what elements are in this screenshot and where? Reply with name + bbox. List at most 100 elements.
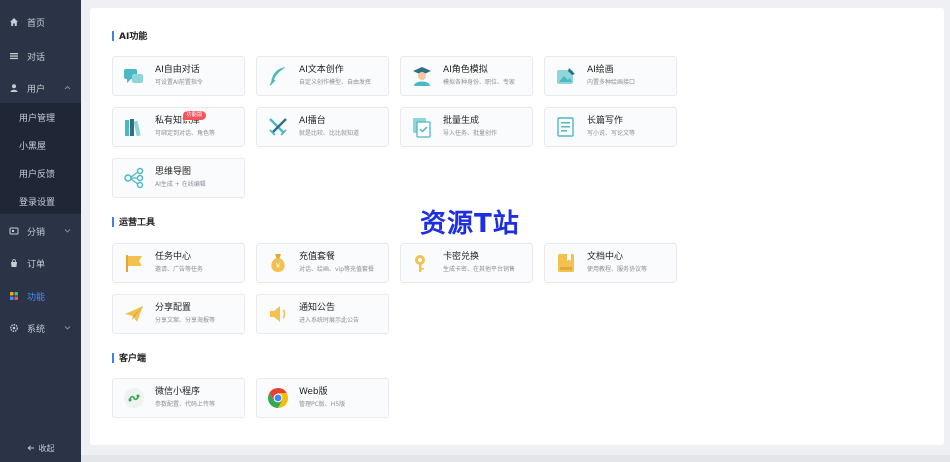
sidebar-item-system[interactable]: 系统 — [0, 314, 81, 342]
card-name: 卡密兑换 — [443, 252, 480, 262]
role-icon — [411, 65, 433, 87]
card-batch-generate[interactable]: 批量生成 导入任务、批量创作 — [400, 107, 533, 147]
chat-icon — [123, 65, 145, 87]
card-desc: 就是比较、比比就知道 — [299, 130, 360, 137]
sidebar-item-login-settings[interactable]: 登录设置 — [0, 187, 81, 215]
sidebar-item-home[interactable]: 首页 — [0, 8, 81, 36]
card-recharge-plans[interactable]: ¥ 充值套餐对话、绘画、vip等充值套餐 — [256, 243, 389, 283]
card-desc: 参数配置、代码上传等 — [155, 401, 216, 408]
moneybag-icon: ¥ — [267, 252, 289, 274]
card-desc: 可绑定到对话、角色等 — [155, 130, 216, 137]
speaker-icon — [267, 303, 289, 325]
batch-icon — [411, 116, 433, 138]
card-name: 充值套餐 — [299, 252, 336, 262]
card-name: 通知公告 — [299, 303, 336, 313]
distribution-icon — [8, 225, 20, 237]
sidebar-item-orders[interactable]: 订单 — [0, 249, 81, 277]
watermark: 资源T站 — [420, 209, 520, 239]
collapse-button[interactable]: 收起 — [0, 443, 81, 454]
longtext-icon — [555, 116, 577, 138]
card-desc: AI生成 + 在线编辑 — [155, 181, 206, 188]
sidebar: 首页 对话 用户 用户管理 小黑屋 用户反馈 登录设置 分销 订单 功能 系统 … — [0, 0, 81, 462]
card-ai-arena[interactable]: AI擂台就是比较、比比就知道 — [256, 107, 389, 147]
sidebar-item-chat[interactable]: 对话 — [0, 42, 81, 70]
sidebar-item-label: 订单 — [27, 259, 46, 270]
card-desc: 模拟各种身份、职位、专家 — [443, 79, 516, 86]
card-name: AI文本创作 — [299, 65, 344, 75]
card-name: AI擂台 — [299, 116, 326, 126]
svg-text:¥: ¥ — [276, 262, 281, 270]
card-share-config[interactable]: 分享配置分享文案、分享海报等 — [112, 294, 245, 334]
card-desc: 内置多种绘画接口 — [587, 79, 636, 86]
card-name: 任务中心 — [155, 252, 192, 262]
key-icon — [411, 252, 433, 274]
sidebar-item-label: 对话 — [27, 52, 46, 63]
card-desc: 对话、绘画、vip等充值套餐 — [299, 266, 375, 273]
sidebar-item-distribution[interactable]: 分销 — [0, 217, 81, 245]
card-name: AI角色模拟 — [443, 65, 488, 75]
features-panel: AI功能 AI自由对话 可设置AI前置指令 AI文本创作 自定义创作模型、自由发挥 … — [90, 8, 944, 445]
collapse-label: 收起 — [38, 444, 55, 453]
bag-icon — [8, 257, 20, 269]
card-wechat-miniprogram[interactable]: 微信小程序 参数配置、代码上传等 — [112, 378, 245, 418]
card-name: 文档中心 — [587, 252, 624, 262]
sidebar-item-feedback[interactable]: 用户反馈 — [0, 159, 81, 187]
card-name: Web版 — [299, 387, 328, 397]
card-desc: 生成卡密、在其他平台销售 — [443, 266, 516, 273]
card-doc-center[interactable]: 文档中心使用教程、服务协议等 — [544, 243, 677, 283]
card-ai-text[interactable]: AI文本创作自定义创作模型、自由发挥 — [256, 56, 389, 96]
card-desc: 使用教程、服务协议等 — [587, 266, 648, 273]
document-icon — [555, 252, 577, 274]
sidebar-item-features[interactable]: 功能 — [0, 282, 81, 310]
paperplane-icon — [123, 303, 145, 325]
card-name: 长篇写作 — [587, 116, 624, 126]
card-long-writing[interactable]: 长篇写作写小说、写论文等 — [544, 107, 677, 147]
section-title-clients: 客户端 — [112, 351, 146, 364]
sidebar-item-label: 用户 — [27, 84, 46, 95]
sidebar-item-label: 功能 — [27, 292, 46, 303]
bottom-scrollbar[interactable] — [81, 455, 950, 462]
card-announcement[interactable]: 通知公告进入系统时展示此公告 — [256, 294, 389, 334]
sidebar-item-user-management[interactable]: 用户管理 — [0, 103, 81, 131]
user-submenu: 用户管理 小黑屋 用户反馈 登录设置 — [0, 103, 81, 214]
card-desc: 管理PC版、H5版 — [299, 401, 346, 408]
card-ai-role[interactable]: AI角色模拟模拟各种身份、职位、专家 — [400, 56, 533, 96]
card-name: 分享配置 — [155, 303, 192, 313]
chevron-down-icon — [64, 227, 71, 234]
arrow-left-icon — [27, 444, 35, 454]
gear-icon — [8, 322, 20, 334]
card-ai-paint[interactable]: AI绘画内置多种绘画接口 — [544, 56, 677, 96]
grid-icon — [8, 290, 20, 302]
swords-icon — [267, 116, 289, 138]
home-icon — [8, 16, 20, 28]
card-name: 思维导图 — [155, 167, 192, 177]
card-desc: 自定义创作模型、自由发挥 — [299, 79, 372, 86]
mindmap-icon — [123, 167, 145, 189]
card-task-center[interactable]: 任务中心邀请、广告等任务 — [112, 243, 245, 283]
card-mind-map[interactable]: 思维导图 AI生成 + 在线编辑 — [112, 158, 245, 198]
sidebar-item-blacklist[interactable]: 小黑屋 — [0, 131, 81, 159]
card-ai-chat[interactable]: AI自由对话 可设置AI前置指令 — [112, 56, 245, 96]
chrome-icon — [267, 387, 289, 409]
feather-icon — [267, 65, 289, 87]
card-desc: 分享文案、分享海报等 — [155, 317, 216, 324]
card-name: 批量生成 — [443, 116, 480, 126]
card-name: AI绘画 — [587, 65, 614, 75]
card-web-version[interactable]: Web版管理PC版、H5版 — [256, 378, 389, 418]
sidebar-item-label: 首页 — [27, 18, 46, 29]
card-desc: 写小说、写论文等 — [587, 130, 636, 137]
card-desc: 可设置AI前置指令 — [155, 79, 203, 86]
sidebar-item-user[interactable]: 用户 — [0, 74, 81, 102]
card-card-redeem[interactable]: 卡密兑换生成卡密、在其他平台销售 — [400, 243, 533, 283]
paint-icon — [555, 65, 577, 87]
card-desc: 进入系统时展示此公告 — [299, 317, 360, 324]
miniprogram-icon — [123, 387, 145, 409]
card-desc: 邀请、广告等任务 — [155, 266, 204, 273]
section-title-operations: 运营工具 — [112, 215, 155, 228]
card-knowledge-base[interactable]: 私有知识库 可绑定到对话、角色等 功能版 — [112, 107, 245, 147]
sidebar-item-label: 分销 — [27, 227, 46, 238]
user-icon — [8, 82, 20, 94]
flag-icon — [123, 252, 145, 274]
chevron-down-icon — [64, 324, 71, 331]
chevron-up-icon — [64, 84, 71, 91]
